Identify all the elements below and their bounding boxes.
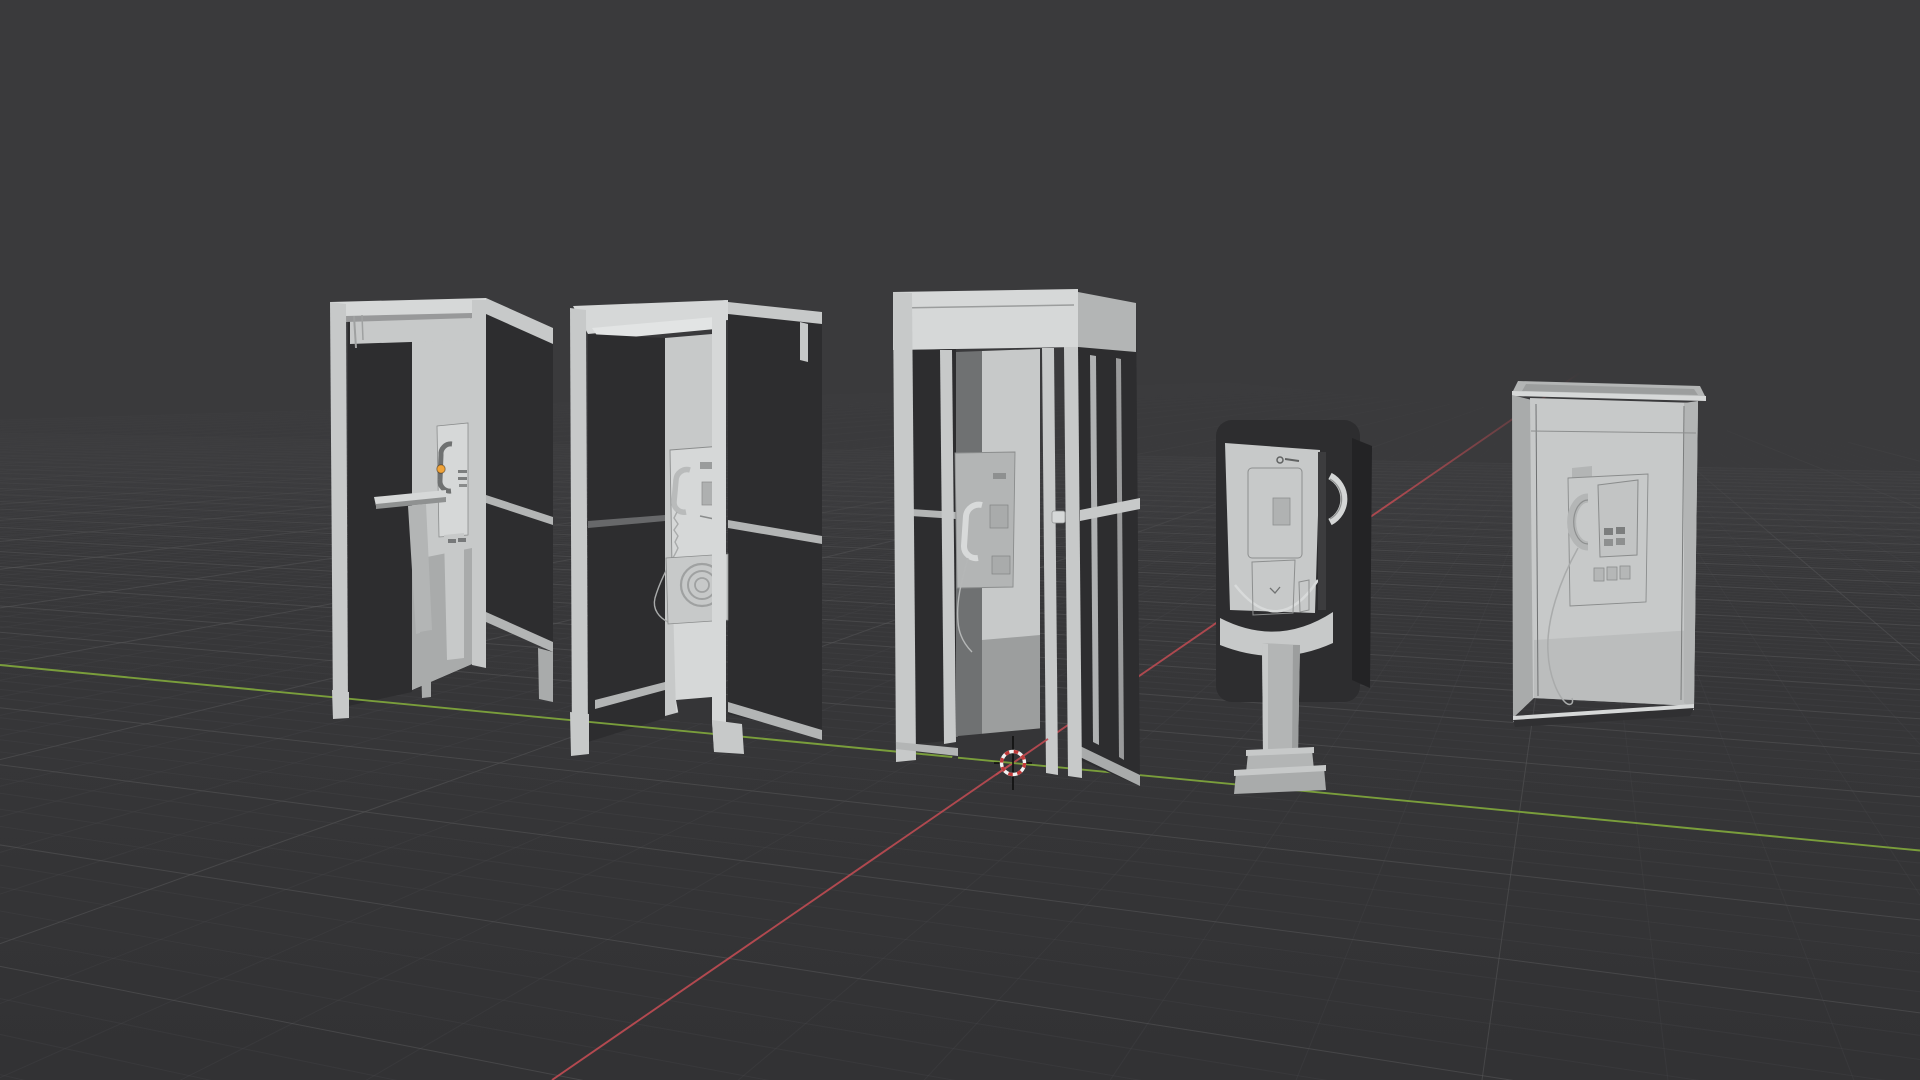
model-payphone-wall-shelter[interactable]	[1512, 381, 1706, 727]
object-origin-dot	[436, 464, 446, 474]
booth1-post-foot	[332, 690, 349, 719]
booth2-post-foot	[570, 712, 589, 756]
booth2-post-foot-right	[712, 720, 744, 754]
model-phone-booth-open-with-payphone[interactable]	[570, 300, 822, 752]
model-phone-booth-classic-glass-door[interactable]	[893, 289, 1140, 786]
3d-viewport[interactable]	[0, 0, 1920, 1080]
